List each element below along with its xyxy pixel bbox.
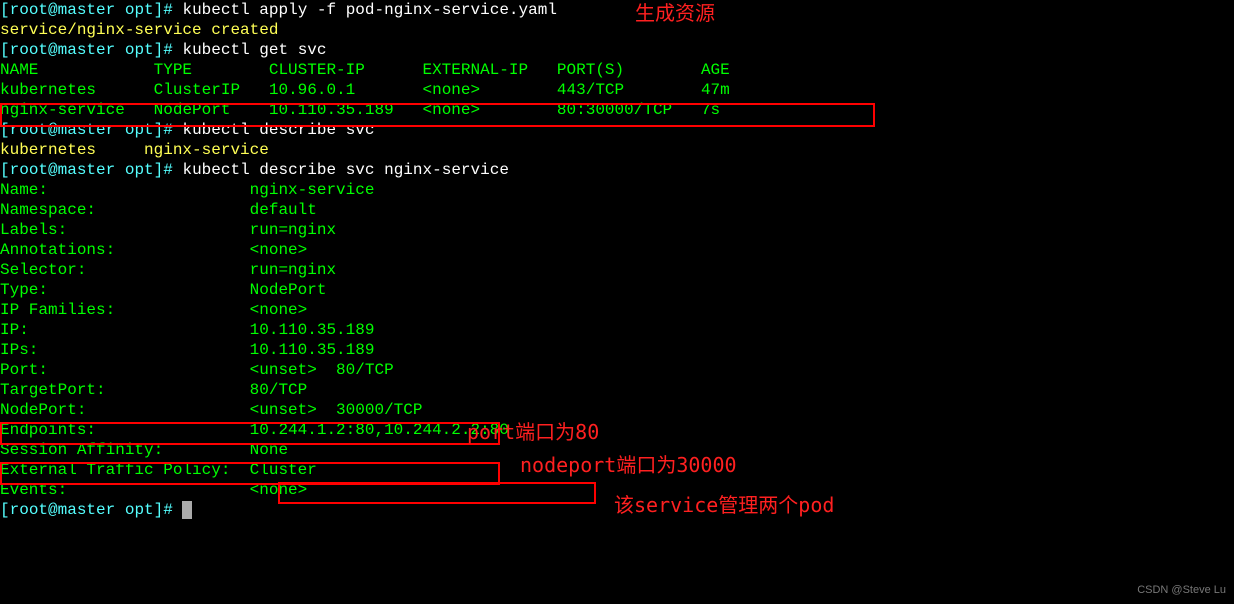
prompt-close: ]# bbox=[154, 1, 183, 19]
prompt-open: [ bbox=[0, 1, 10, 19]
desc-val: nginx-service bbox=[250, 181, 375, 199]
prompt-sep bbox=[115, 1, 125, 19]
prompt-user: root@master bbox=[10, 1, 116, 19]
command: kubectl describe svc nginx-service bbox=[182, 161, 508, 179]
svc-row-name: kubernetes bbox=[0, 81, 96, 99]
command: kubectl describe svc bbox=[182, 121, 374, 139]
svc-row-name: nginx-service bbox=[0, 101, 125, 119]
describe-list: kubernetes nginx-service bbox=[0, 141, 269, 159]
svc-header-externalip: EXTERNAL-IP bbox=[422, 61, 528, 79]
annotation-nodeport: nodeport端口为30000 bbox=[520, 455, 737, 475]
annotation-endpoints: 该service管理两个pod bbox=[614, 495, 834, 515]
watermark: CSDN @Steve Lu bbox=[1137, 580, 1226, 600]
svc-header-name: NAME bbox=[0, 61, 38, 79]
terminal-output: [root@master opt]# kubectl apply -f pod-… bbox=[0, 0, 1234, 520]
command: kubectl apply -f pod-nginx-service.yaml bbox=[182, 1, 556, 19]
desc-key: Name: bbox=[0, 181, 250, 199]
annotation-create: 生成资源 bbox=[635, 3, 715, 23]
annotation-port: port端口为80 bbox=[467, 422, 599, 442]
command: kubectl get svc bbox=[182, 41, 326, 59]
command-output: service/nginx-service created bbox=[0, 21, 278, 39]
svc-header-clusterip: CLUSTER-IP bbox=[269, 61, 365, 79]
svc-header-type: TYPE bbox=[154, 61, 192, 79]
prompt-dir: opt bbox=[125, 1, 154, 19]
svc-header-age: AGE bbox=[701, 61, 730, 79]
terminal-cursor[interactable] bbox=[182, 501, 192, 519]
svc-header-ports: PORT(S) bbox=[557, 61, 624, 79]
